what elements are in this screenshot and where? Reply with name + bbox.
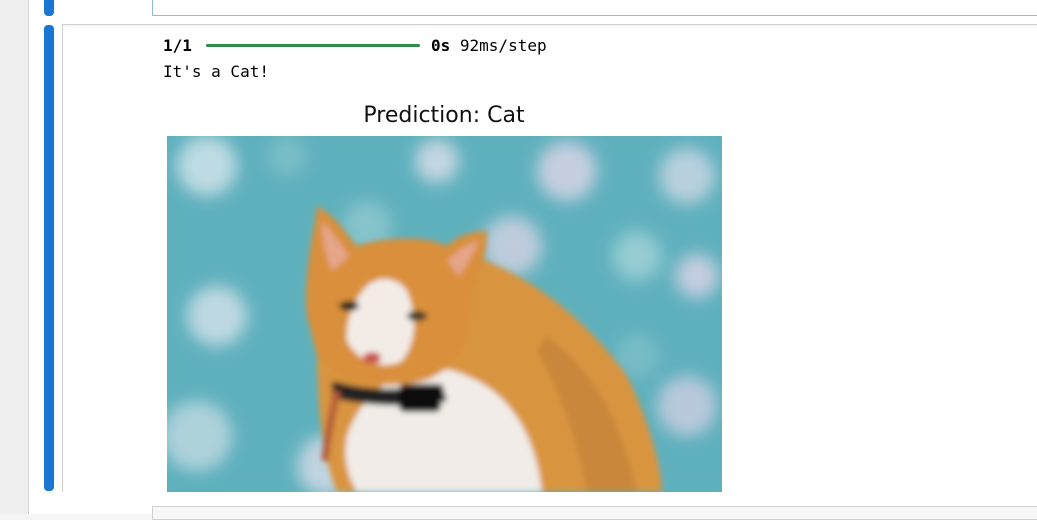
next-cell[interactable] (152, 506, 1037, 520)
left-gutter (0, 0, 29, 514)
cat-image (167, 136, 722, 492)
progress-bar (206, 44, 420, 47)
progress-count: 1/1 (163, 36, 192, 55)
plot-title: Prediction: Cat (363, 103, 525, 128)
progress-step-time: 92ms/step (450, 36, 547, 55)
progress-time: 0s (431, 36, 451, 55)
previous-cell-collapser[interactable] (44, 0, 54, 16)
prediction-result-text: It's a Cat! (163, 62, 269, 81)
cell-collapser[interactable] (44, 25, 54, 491)
previous-cell-input[interactable] (152, 0, 1037, 16)
progress-timing: 0s 92ms/step (431, 36, 547, 55)
